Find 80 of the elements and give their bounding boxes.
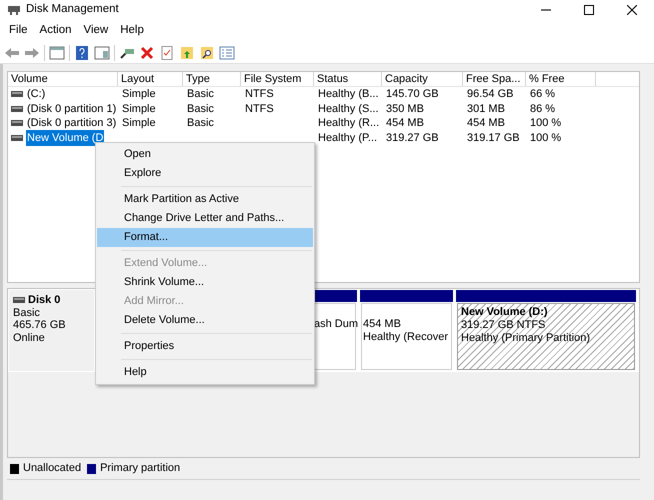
table-cell: 66 % [530,88,556,100]
panel-icon[interactable] [49,44,65,60]
partition-text: Healthy (Recover [363,331,449,344]
menu-item[interactable]: Help [114,22,150,40]
table-cell: Basic [187,117,214,129]
table-cell: 100 % [530,117,562,129]
column-header[interactable]: Free Spa... [463,72,526,86]
partition-block[interactable]: New Volume (D:) 319.27 GB NTFS Healthy (Primary Partition) [457,303,635,370]
table-cell: 454 MB [386,117,424,129]
close-icon[interactable] [627,5,637,15]
table-cell: 319.17 GB [467,132,520,144]
maximize-icon[interactable] [584,5,594,15]
menu-item[interactable]: Properties [97,337,313,356]
delete-icon[interactable] [139,44,155,60]
column-header[interactable]: Type [183,72,241,86]
menu-item[interactable]: Open [97,145,313,164]
partition-title: New Volume (D:) [461,306,549,319]
menu-item[interactable]: Format... [97,228,313,247]
table-cell: 350 MB [386,102,424,114]
column-header[interactable]: Volume [8,72,118,86]
drive-icon [11,120,23,126]
legend-label: Unallocated [23,461,82,476]
partition-text: Healthy (Primary Partition) [461,332,591,345]
menu-item[interactable]: Explore [97,164,313,183]
partition-block[interactable]: ash Dum [312,303,356,370]
drive-icon [11,134,23,141]
table-cell: Simple [122,88,156,100]
folder-search-icon[interactable] [199,44,215,60]
disk-type: Basic [13,306,41,319]
table-cell: Healthy (B... [318,88,379,100]
table-cell: Simple [122,102,156,114]
checklist-icon[interactable] [159,44,175,60]
disk-size: 465.76 GB [13,319,67,332]
drive-icon [11,91,23,98]
column-header[interactable]: Layout [118,72,183,86]
table-cell: 145.70 GB [386,88,439,100]
partition-text: 454 MB [363,318,402,331]
menu-item[interactable]: Action [34,22,78,40]
column-header[interactable]: Status [314,72,382,86]
disk-name: Disk 0 [28,294,60,306]
help-icon[interactable] [74,44,90,60]
table-cell: Simple [122,117,156,129]
menu-item[interactable]: Shrink Volume... [97,273,313,292]
table-cell[interactable]: (Disk 0 partition 3) [26,115,118,132]
table-cell: 301 MB [467,102,505,114]
drive-icon [11,106,23,112]
partition-text: ash Dum [314,318,355,331]
menu-item[interactable]: View [78,22,114,40]
table-cell[interactable]: (C:) [26,86,46,102]
table-cell: Basic [187,102,214,114]
menu-item[interactable]: Change Drive Letter and Paths... [97,209,313,228]
table-cell: 100 % [530,132,562,144]
partition-block[interactable]: 454 MB Healthy (Recover [361,303,452,370]
table-cell: Basic [187,88,214,100]
folder-up-icon[interactable] [179,44,195,60]
table-cell: NTFS [245,88,274,100]
disk-status: Online [13,332,46,344]
disk-icon [7,4,21,16]
menu-item[interactable]: Help [97,363,313,382]
menu-item[interactable]: File [3,22,34,40]
column-header[interactable]: File System [241,72,314,86]
panel-icon[interactable] [94,44,110,60]
table-cell: 319.27 GB [386,132,439,144]
table-cell: NTFS [245,102,274,114]
window-title: Disk Management [26,2,119,18]
table-cell: 86 % [530,102,556,114]
column-header[interactable]: Capacity [382,72,463,86]
table-cell[interactable]: New Volume (D [26,130,104,146]
column-header[interactable]: % Free [526,72,596,86]
table-cell: Healthy (S... [318,102,379,114]
table-cell: 96.54 GB [467,88,514,100]
table-cell: Healthy (P... [318,132,378,144]
menu-item[interactable]: Delete Volume... [97,311,313,330]
drive-icon [13,297,25,304]
partition-text: 319.27 GB NTFS [461,319,546,332]
table-cell: 454 MB [467,117,505,129]
legend-label: Primary partition [100,461,180,476]
table-cell: Healthy (R... [318,117,380,129]
table-cell[interactable]: (Disk 0 partition 1) [26,100,118,117]
menu-item[interactable]: Mark Partition as Active [97,190,313,209]
